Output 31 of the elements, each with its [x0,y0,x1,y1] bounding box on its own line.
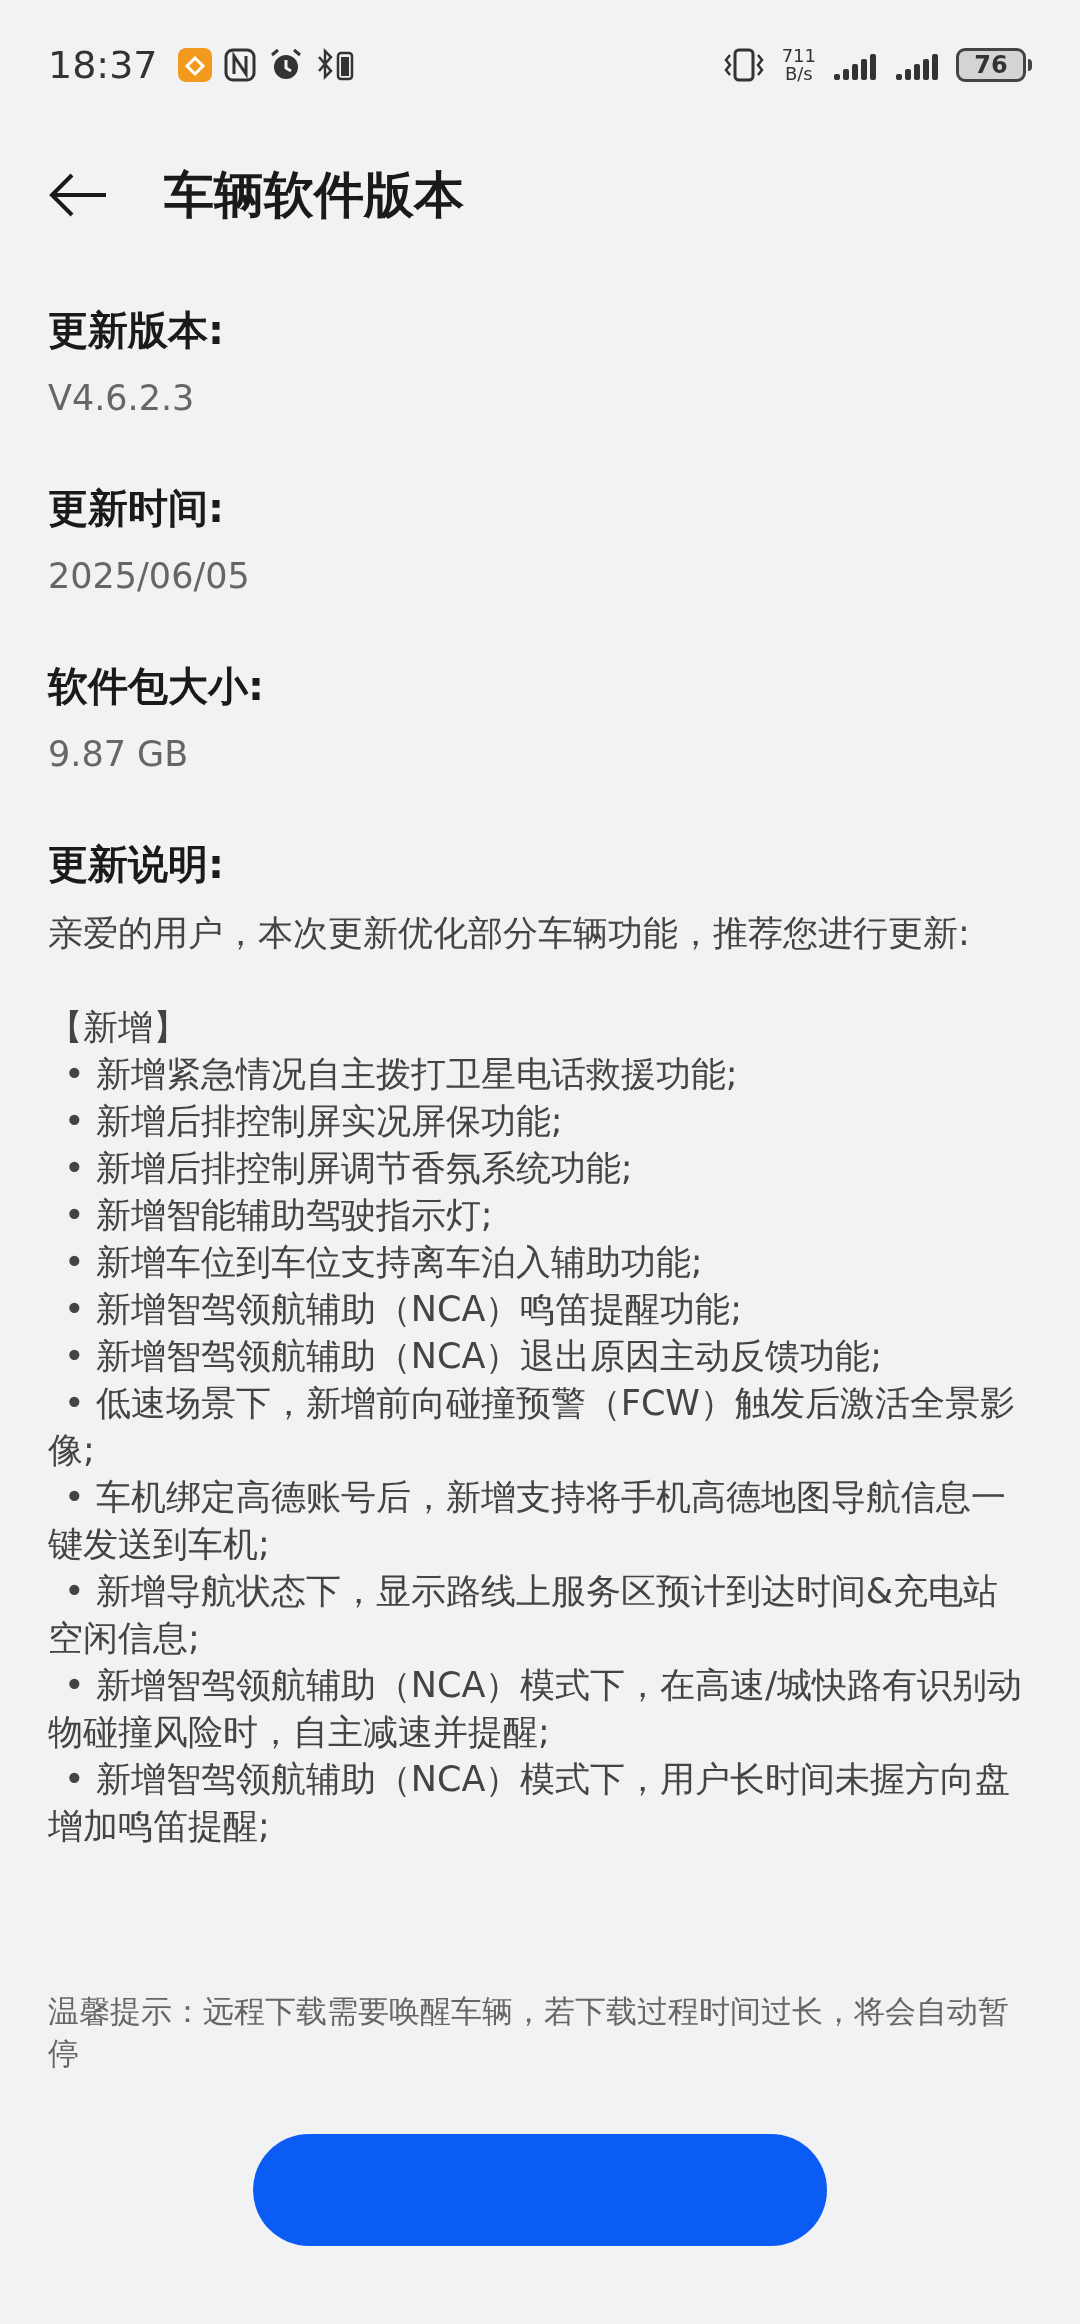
tip-text: 温馨提示：远程下载需要唤醒车辆，若下载过程时间过长，将会自动暂停 [48,1992,1010,2073]
field-value: 9.87 GB [48,733,190,776]
release-note-item: • 新增车位到车位支持离车泊入辅助功能; [63,1241,704,1284]
intro-text: 亲爱的用户，本次更新优化部分车辆功能，推荐您进行更新: [48,912,971,955]
release-note-item: • 车机绑定高德账号后，新增支持将手机高德地图导航信息一键发送到车机; [48,1476,1007,1566]
release-note-item: • 新增后排控制屏实况屏保功能; [63,1100,564,1143]
field-label: 更新时间: [48,484,225,533]
field-value: 2025/06/05 [48,555,251,598]
network-speed: 711 [781,47,816,65]
status-time: 18:37 [48,41,158,89]
release-note-item: • 新增后排控制屏调节香氛系统功能; [63,1147,634,1190]
section-heading: 【新增】 [48,1006,189,1049]
field-value: V4.6.2.3 [48,377,196,420]
release-note-item: • 新增智驾领航辅助（NCA）模式下，在高速/城快路有识别动物碰撞风险时，自主减速并提醒; [48,1664,1024,1754]
nfc-icon [223,48,256,82]
release-note-item: • 新增智驾领航辅助（NCA）模式下，用户长时间未握方向盘增加鸣笛提醒; [48,1758,1012,1848]
battery-indicator: 76 [956,48,1032,82]
field-label: 更新版本: [48,306,225,355]
field-label: 更新说明: [48,840,225,889]
back-arrow-icon[interactable] [48,173,108,217]
release-note-item: • 新增智驾领航辅助（NCA）退出原因主动反馈功能; [63,1335,884,1378]
release-note-item: • 新增紧急情况自主拨打卫星电话救援功能; [63,1053,739,1096]
field-label: 软件包大小: [48,662,265,711]
bluetooth-battery-icon [315,47,356,83]
release-note-item: • 新增智能辅助驾驶指示灯; [63,1194,494,1237]
release-note-item: • 新增导航状态下，显示路线上服务区预计到达时间&充电站空闲信息; [48,1570,1000,1660]
release-note-item: • 低速场景下，新增前向碰撞预警（FCW）触发后激活全景影像; [48,1382,1016,1472]
page-title: 车辆软件版本 [164,164,464,226]
app-notification-icon [177,48,212,82]
release-note-item: • 新增智驾领航辅助（NCA）鸣笛提醒功能; [63,1288,744,1331]
network-speed-unit: B/s [784,65,813,83]
